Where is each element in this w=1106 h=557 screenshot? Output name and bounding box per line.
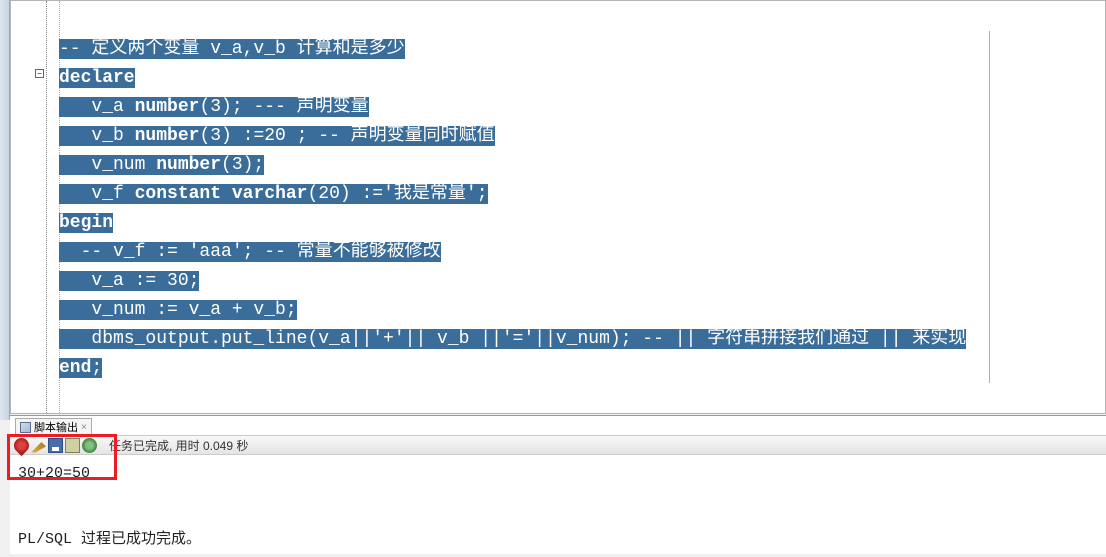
blank-line: [18, 485, 1098, 507]
editor-gutter: −: [11, 1, 47, 413]
code-text: dbms_output.put_line(v_a||'+'|| v_b ||'=…: [59, 329, 966, 349]
code-text: v_num := v_a + v_b;: [59, 300, 297, 320]
blank-line: [18, 507, 1098, 529]
refresh-icon[interactable]: [82, 438, 97, 453]
print-icon[interactable]: [65, 438, 80, 453]
output-content[interactable]: 30+20=50 PL/SQL 过程已成功完成。: [10, 455, 1106, 557]
keyword-begin: begin: [59, 213, 113, 233]
code-comment: -- v_f := 'aaa'; -- 常量不能够被修改: [59, 242, 441, 262]
keyword-constant: constant: [135, 184, 221, 204]
output-toolbar: 任务已完成, 用时 0.049 秒: [10, 435, 1106, 455]
output-completion: PL/SQL 过程已成功完成。: [18, 529, 1098, 551]
keyword-end: end: [59, 358, 91, 378]
script-output-icon: [20, 422, 31, 433]
save-icon[interactable]: [48, 438, 63, 453]
left-sidebar-strip: [0, 0, 10, 420]
keyword-declare: declare: [59, 68, 135, 88]
output-tab[interactable]: 脚本输出 ×: [15, 418, 92, 435]
code-text: v_b: [59, 126, 135, 146]
code-area[interactable]: -- 定义两个变量 v_a,v_b 计算和是多少 declare v_a num…: [47, 31, 1105, 383]
right-margin-ruler: [989, 31, 990, 383]
code-text: (3); --- 声明变量: [199, 97, 368, 117]
code-text: v_num: [59, 155, 156, 175]
code-text: (3);: [221, 155, 264, 175]
close-icon[interactable]: ×: [81, 422, 87, 433]
keyword-number: number: [135, 97, 200, 117]
fold-marker-icon[interactable]: −: [35, 69, 44, 78]
keyword-number: number: [156, 155, 221, 175]
pin-icon[interactable]: [11, 434, 32, 455]
clear-icon[interactable]: [31, 438, 46, 453]
code-text: v_a: [59, 97, 135, 117]
output-tab-label: 脚本输出: [34, 419, 78, 435]
keyword-varchar: varchar: [232, 184, 308, 204]
output-result: 30+20=50: [18, 461, 1098, 485]
code-comment: -- 定义两个变量 v_a,v_b 计算和是多少: [59, 39, 405, 59]
code-text: (3) :=20 ; -- 声明变量同时赋值: [199, 126, 494, 146]
code-editor[interactable]: − -- 定义两个变量 v_a,v_b 计算和是多少 declare v_a n…: [10, 0, 1106, 414]
code-text: v_f: [59, 184, 135, 204]
code-text: v_a := 30;: [59, 271, 199, 291]
code-text: ;: [91, 358, 102, 378]
keyword-number: number: [135, 126, 200, 146]
output-panel: 脚本输出 × 任务已完成, 用时 0.049 秒 30+20=50 PL/SQL…: [10, 415, 1106, 554]
status-text: 任务已完成, 用时 0.049 秒: [109, 437, 248, 454]
code-text: (20) :='我是常量';: [307, 184, 487, 204]
code-text: [221, 184, 232, 204]
